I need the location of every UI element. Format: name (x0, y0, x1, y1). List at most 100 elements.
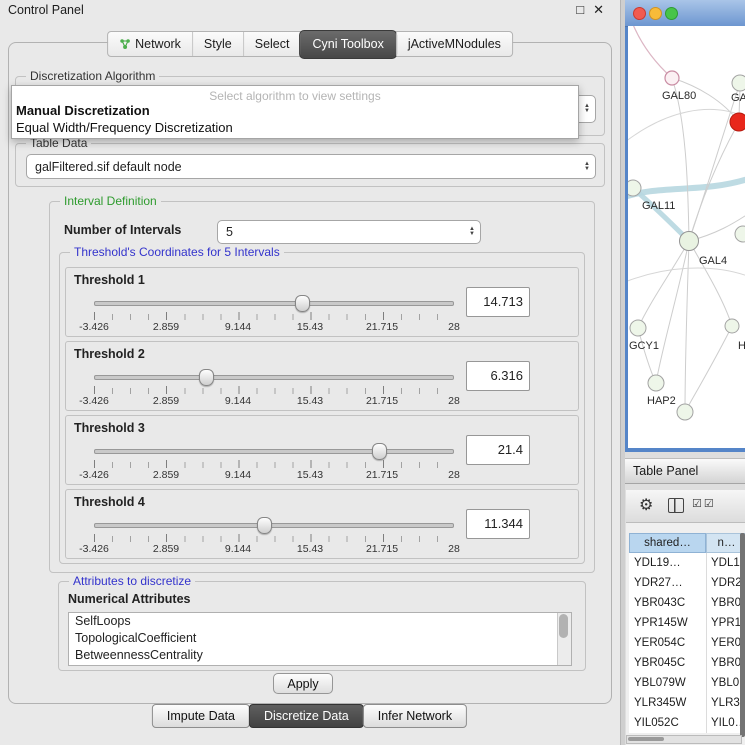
table-row[interactable]: YBR045CYBR0… (629, 653, 745, 673)
node (725, 319, 739, 333)
minimize-traffic-light-icon[interactable] (649, 7, 662, 20)
group-title: Attributes to discretize (69, 574, 195, 588)
tab-jactivemodules[interactable]: jActiveMNodules (396, 32, 512, 56)
table-toolbar: ⚙ ☑☑ (626, 490, 745, 523)
threshold-3-slider[interactable]: -3.4262.8599.14415.4321.71528 (94, 440, 454, 482)
group-title: Interval Definition (60, 194, 161, 208)
slider-thumb[interactable] (372, 443, 387, 460)
float-window-icon[interactable]: □ (576, 2, 584, 18)
scrollbar-thumb[interactable] (628, 737, 664, 741)
dropdown-arrows-icon: ▲▼ (584, 96, 590, 122)
node (732, 75, 745, 91)
top-tab-bar: Network Style Select Cyni Toolbox jActiv… (107, 31, 513, 57)
slider-ticks (94, 460, 455, 468)
node (677, 404, 693, 420)
tab-style[interactable]: Style (192, 32, 243, 56)
dropdown-arrows-icon: ▲▼ (584, 155, 590, 178)
columns-icon[interactable] (668, 498, 684, 513)
node-gal80 (665, 71, 679, 85)
slider-thumb[interactable] (295, 295, 310, 312)
table-vertical-scrollbar[interactable] (740, 533, 745, 737)
network-edges (628, 26, 745, 412)
threshold-1-slider[interactable]: -3.4262.8599.14415.4321.71528 (94, 292, 454, 334)
slider-track[interactable] (94, 301, 454, 306)
table-row[interactable]: YER054CYER0… (629, 633, 745, 653)
list-item[interactable]: BetweennessCentrality (69, 647, 571, 664)
threshold-4-panel: Threshold 4 -3.4262.8599.14415.4321.7152… (65, 489, 579, 559)
table-row[interactable]: YLR345WYLR3… (629, 693, 745, 713)
slider-track[interactable] (94, 449, 454, 454)
tab-discretize-data[interactable]: Discretize Data (249, 704, 364, 728)
apply-button[interactable]: Apply (273, 673, 333, 694)
threshold-1-value-field[interactable]: 14.713 (466, 287, 530, 317)
scrollbar-thumb[interactable] (559, 614, 568, 638)
slider-thumb[interactable] (199, 369, 214, 386)
table-row[interactable]: YDL19…YDL1… (629, 553, 745, 573)
table-horizontal-scrollbar[interactable] (626, 735, 742, 744)
slider-track[interactable] (94, 523, 454, 528)
select-columns-icon[interactable]: ☑☑ (692, 497, 716, 510)
threshold-4-slider[interactable]: -3.4262.8599.14415.4321.71528 (94, 514, 454, 556)
table-data-dropdown[interactable]: galFiltered.sif default node ▲▼ (26, 154, 596, 179)
network-canvas[interactable]: GAL80 GA GAL11 GAL4 GCY1 H HAP2 (628, 26, 745, 448)
network-window-titlebar[interactable] (625, 0, 745, 27)
close-traffic-light-icon[interactable] (633, 7, 646, 20)
tab-network[interactable]: Network (108, 32, 192, 56)
slider-scale: -3.4262.8599.14415.4321.71528 (94, 469, 454, 481)
tab-cyni-toolbox[interactable]: Cyni Toolbox (299, 30, 396, 59)
table-data-group: Table Data galFiltered.sif default node … (15, 143, 605, 187)
table-panel-header[interactable]: Table Panel (625, 458, 745, 484)
num-intervals-dropdown[interactable]: 5 ▲▼ (217, 220, 481, 244)
table-row[interactable]: YPR145WYPR1… (629, 613, 745, 633)
threshold-label: Threshold 1 (74, 273, 145, 287)
table-row[interactable]: YDR27…YDR2… (629, 573, 745, 593)
tab-infer-network[interactable]: Infer Network (363, 704, 467, 728)
slider-ticks (94, 534, 455, 542)
list-scrollbar[interactable] (557, 613, 571, 665)
tab-select[interactable]: Select (243, 32, 301, 56)
algorithm-dropdown-popup: Select algorithm to view settings Manual… (11, 85, 579, 139)
svg-text:H: H (738, 340, 745, 352)
slider-track[interactable] (94, 375, 454, 380)
thresholds-group: Threshold's Coordinates for 5 Intervals … (59, 252, 585, 564)
cyni-toolbox-panel: Discretization Algorithm ▲▼ Select algor… (8, 42, 612, 704)
svg-text:GAL11: GAL11 (642, 200, 675, 212)
interval-definition-group: Interval Definition Number of Intervals … (49, 201, 595, 573)
slider-scale: -3.4262.8599.14415.4321.71528 (94, 321, 454, 333)
close-icon[interactable]: ✕ (593, 2, 604, 18)
list-item[interactable]: SelfLoops (69, 613, 571, 630)
node-selected-red (730, 113, 745, 131)
gear-icon[interactable]: ⚙ (639, 495, 653, 515)
table-row[interactable]: YBL079WYBL0… (629, 673, 745, 693)
list-item[interactable]: TopologicalCoefficient (69, 630, 571, 647)
threshold-label: Threshold 4 (74, 495, 145, 509)
slider-scale: -3.4262.8599.14415.4321.71528 (94, 395, 454, 407)
threshold-label: Threshold 2 (74, 347, 145, 361)
dropdown-option-equal-width-frequency[interactable]: Equal Width/Frequency Discretization (16, 120, 233, 135)
threshold-2-panel: Threshold 2 -3.4262.8599.14415.4321.7152… (65, 341, 579, 411)
threshold-4-value-field[interactable]: 11.344 (466, 509, 530, 539)
dropdown-option-manual-discretization[interactable]: Manual Discretization (16, 103, 150, 118)
numerical-attributes-list: SelfLoops TopologicalCoefficient Between… (68, 612, 572, 666)
threshold-3-value-field[interactable]: 21.4 (466, 435, 530, 465)
table-body: YDL19…YDL1… YDR27…YDR2… YBR043CYBR0… YPR… (629, 553, 745, 733)
table-row[interactable]: YBR043CYBR0… (629, 593, 745, 613)
dropdown-hint: Select algorithm to view settings (12, 89, 578, 103)
column-header-shared-name[interactable]: shared… (629, 533, 706, 553)
threshold-2-value-field[interactable]: 6.316 (466, 361, 530, 391)
tab-impute-data[interactable]: Impute Data (152, 704, 250, 728)
svg-text:GAL80: GAL80 (662, 90, 696, 102)
tab-label: jActiveMNodules (408, 32, 501, 56)
network-nodes[interactable] (628, 71, 745, 420)
tab-label: Network (135, 32, 181, 56)
numerical-attributes-label: Numerical Attributes (68, 592, 190, 606)
zoom-traffic-light-icon[interactable] (665, 7, 678, 20)
threshold-label: Threshold 3 (74, 421, 145, 435)
table-header-row: shared… n… (626, 533, 745, 553)
num-intervals-value: 5 (226, 221, 233, 243)
threshold-2-slider[interactable]: -3.4262.8599.14415.4321.71528 (94, 366, 454, 408)
table-row[interactable]: YIL052CYIL0… (629, 713, 745, 733)
slider-thumb[interactable] (257, 517, 272, 534)
table-data-selected-value: galFiltered.sif default node (35, 155, 182, 178)
slider-ticks (94, 312, 455, 320)
